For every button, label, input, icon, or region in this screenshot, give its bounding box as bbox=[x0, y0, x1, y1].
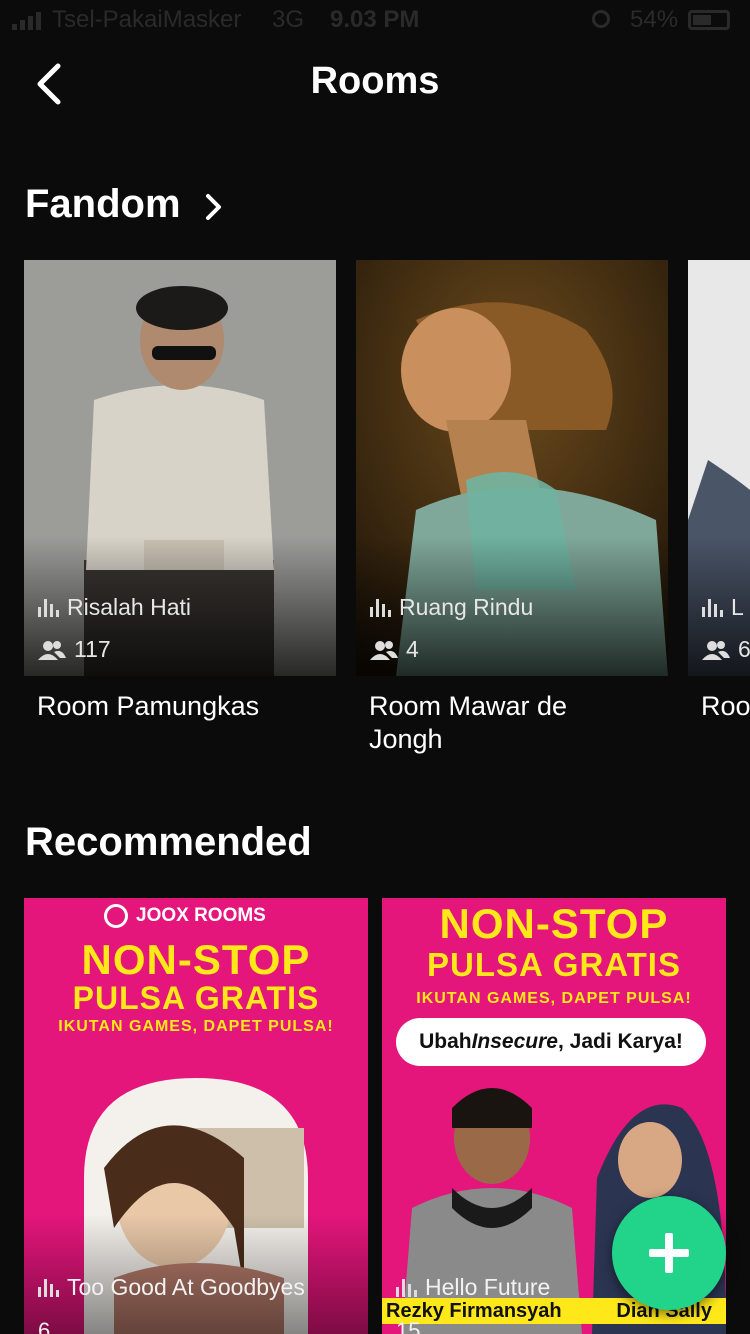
fandom-card[interactable]: Risalah Hati 117 bbox=[24, 260, 336, 676]
listener-count: 6 bbox=[702, 636, 750, 663]
equalizer-icon bbox=[38, 598, 59, 617]
carrier-name: Tsel-PakaiMasker bbox=[52, 6, 242, 33]
signal-icon bbox=[12, 12, 41, 30]
listeners-icon bbox=[370, 640, 398, 660]
fandom-card[interactable]: Ruang Rindu 4 bbox=[356, 260, 668, 676]
orientation-lock-icon bbox=[592, 10, 610, 28]
promo-headline: NON-STOP bbox=[81, 936, 311, 983]
now-playing: L bbox=[702, 594, 744, 621]
fandom-section-title[interactable]: Fandom bbox=[25, 182, 181, 227]
page-title: Rooms bbox=[310, 60, 440, 102]
brand-logo: JOOX ROOMS bbox=[104, 904, 266, 928]
status-time: 9.03 PM bbox=[330, 6, 420, 33]
now-playing: Risalah Hati bbox=[38, 594, 191, 621]
now-playing: Hello Future bbox=[396, 1274, 550, 1301]
equalizer-icon bbox=[38, 1278, 59, 1297]
room-topic: Ubah Insecure, Jadi Karya! bbox=[396, 1018, 706, 1066]
room-name[interactable]: Room Mawar de Jongh bbox=[369, 690, 569, 756]
create-room-button[interactable] bbox=[612, 1196, 726, 1310]
promo-headline: NON-STOP bbox=[439, 900, 669, 947]
now-playing: Too Good At Goodbyes bbox=[38, 1274, 305, 1301]
room-name[interactable]: Room Pamungkas bbox=[37, 690, 337, 723]
song-title: Too Good At Goodbyes bbox=[67, 1274, 305, 1300]
promo-tagline: IKUTAN GAMES, DAPET PULSA! bbox=[416, 990, 692, 1007]
listener-count: 15 bbox=[396, 1318, 421, 1334]
now-playing: Ruang Rindu bbox=[370, 594, 533, 621]
status-bar: Tsel-PakaiMasker 3G 9.03 PM 54% bbox=[0, 0, 750, 40]
song-title: Hello Future bbox=[425, 1274, 551, 1300]
fandom-card[interactable]: L 6 bbox=[688, 260, 750, 676]
song-title: L bbox=[731, 594, 744, 620]
plus-icon bbox=[649, 1233, 689, 1273]
battery-icon bbox=[688, 10, 730, 30]
chevron-right-icon[interactable] bbox=[202, 192, 226, 222]
joox-logo-icon bbox=[104, 904, 128, 928]
recommended-section-title: Recommended bbox=[25, 820, 312, 864]
listeners-icon bbox=[702, 640, 730, 660]
song-title: Risalah Hati bbox=[67, 594, 191, 620]
equalizer-icon bbox=[702, 598, 723, 617]
room-name[interactable]: Roo bbox=[701, 690, 750, 723]
listener-count: 6 bbox=[38, 1318, 51, 1334]
song-title: Ruang Rindu bbox=[399, 594, 534, 620]
promo-tagline: IKUTAN GAMES, DAPET PULSA! bbox=[58, 1018, 334, 1035]
listener-count: 117 bbox=[38, 636, 111, 663]
listeners-icon bbox=[38, 640, 66, 660]
battery-percent: 54% bbox=[630, 6, 679, 33]
recommended-card[interactable]: JOOX ROOMS NON-STOP PULSA GRATIS IKUTAN … bbox=[24, 898, 368, 1334]
listener-count: 4 bbox=[370, 636, 419, 663]
promo-subheadline: PULSA GRATIS bbox=[72, 980, 320, 1016]
network-type: 3G bbox=[272, 6, 305, 33]
equalizer-icon bbox=[396, 1278, 417, 1297]
promo-subheadline: PULSA GRATIS bbox=[426, 946, 681, 983]
equalizer-icon bbox=[370, 598, 391, 617]
